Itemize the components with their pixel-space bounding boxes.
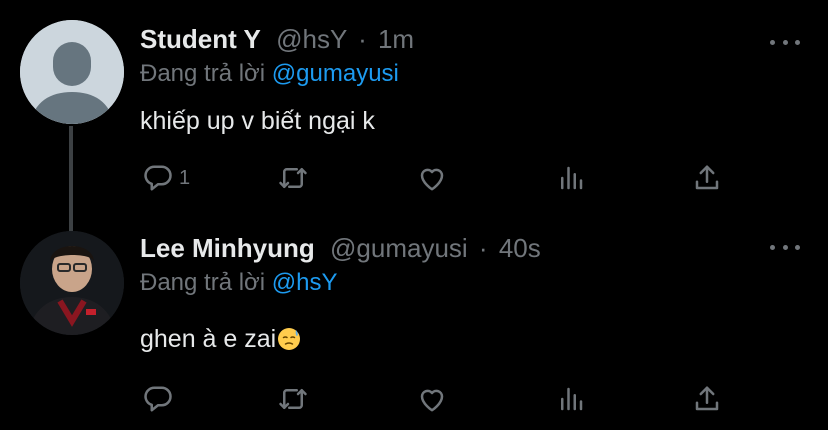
retweet-icon (279, 168, 307, 188)
replying-to-label: Đang trả lời (140, 60, 266, 87)
avatar[interactable] (20, 231, 124, 335)
profile-photo (20, 231, 124, 335)
retweet-button[interactable] (278, 379, 308, 419)
retweet-icon (279, 389, 307, 409)
mention-link[interactable]: @hsY (272, 269, 338, 296)
analytics-button[interactable] (556, 379, 586, 419)
like-button[interactable] (417, 158, 447, 198)
analytics-button[interactable] (556, 158, 586, 198)
retweet-button[interactable] (278, 158, 308, 198)
more-icon[interactable] (770, 237, 800, 257)
share-button[interactable] (692, 158, 722, 198)
reply-icon (144, 165, 172, 191)
separator: · (358, 24, 367, 54)
reply-button[interactable]: 1 (143, 158, 190, 198)
tweet-header: Lee Minhyung @gumayusi · 40s (140, 233, 541, 264)
display-name[interactable]: Lee Minhyung (140, 233, 315, 263)
tweet[interactable]: Lee Minhyung @gumayusi · 40s Đang trả lờ… (0, 215, 828, 430)
share-icon (695, 386, 719, 411)
downcast-face-with-sweat-emoji (278, 328, 301, 350)
heart-icon (420, 168, 444, 191)
user-handle[interactable]: @gumayusi (330, 233, 468, 263)
share-button[interactable] (692, 379, 722, 419)
reply-button[interactable] (143, 379, 179, 419)
default-profile-icon (20, 20, 124, 124)
separator: · (478, 233, 488, 263)
timestamp[interactable]: 40s (499, 233, 541, 263)
heart-icon (420, 389, 444, 412)
like-button[interactable] (417, 379, 447, 419)
display-name[interactable]: Student Y (140, 24, 261, 54)
tweet-header: Student Y @hsY · 1m (140, 24, 414, 55)
reply-icon (144, 386, 172, 412)
avatar[interactable] (20, 20, 124, 124)
user-handle[interactable]: @hsY (276, 24, 347, 54)
reply-count: 1 (179, 166, 191, 189)
replying-to-label: Đang trả lời (140, 269, 266, 296)
tweet-text: khiếp up v biết ngại k (140, 107, 375, 135)
tweet-actions: 1 (0, 158, 828, 198)
timestamp[interactable]: 1m (378, 24, 414, 54)
mention-link[interactable]: @gumayusi (272, 60, 399, 87)
tweet-text: ghen à e zai (140, 325, 277, 353)
more-icon[interactable] (770, 32, 800, 52)
tweet-text-container: ghen à e zai (140, 325, 301, 354)
replying-to: Đang trả lời @hsY (140, 269, 338, 297)
tweet-actions (0, 379, 828, 419)
share-icon (695, 165, 719, 190)
analytics-icon (561, 166, 583, 190)
replying-to: Đang trả lời @gumayusi (140, 60, 399, 88)
tweet[interactable]: Student Y @hsY · 1m Đang trả lời @gumayu… (0, 0, 828, 236)
analytics-icon (561, 387, 583, 411)
